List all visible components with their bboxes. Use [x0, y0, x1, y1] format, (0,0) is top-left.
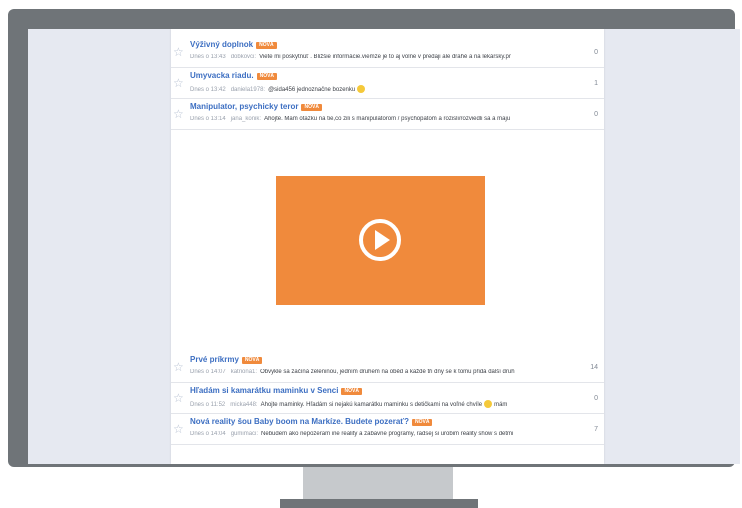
- play-circle-icon[interactable]: [358, 218, 402, 262]
- thread-title-link[interactable]: Umyvacka riadu. NOVÁ: [190, 71, 278, 80]
- thread-snippet: Nebudem ako nepozeram ine reality a zaba…: [261, 431, 514, 437]
- new-badge: NOVÁ: [256, 42, 277, 49]
- monitor-stand-base: [280, 499, 478, 508]
- thread-last-user[interactable]: jana_konik:: [231, 116, 261, 122]
- thread-snippet-tail: mám: [494, 402, 508, 408]
- thread-last-user[interactable]: gumimaci:: [231, 431, 258, 437]
- smiley-emoji-icon: [357, 85, 366, 93]
- thread-row[interactable]: ☆ Prvé príkrmy NOVÁ Dnes o 14:07 katriona1…: [171, 352, 604, 383]
- thread-time: Dnes o 14:07: [190, 369, 226, 375]
- new-badge: NOVÁ: [241, 357, 263, 364]
- thread-time: Dnes o 13:42: [190, 87, 226, 93]
- thread-title-link[interactable]: Výživný doplnok NOVÁ: [190, 40, 277, 49]
- new-badge: NOVÁ: [341, 388, 362, 395]
- thread-time: Dnes o 13:14: [190, 116, 226, 122]
- thread-row[interactable]: ☆ Manipulator, psychicky teror NOVÁ Dnes …: [171, 99, 604, 130]
- thread-title-text[interactable]: Umyvacka riadu.: [190, 71, 254, 80]
- thread-row[interactable]: ☆ Nová reality šou Baby boom na Markíze.…: [171, 414, 604, 445]
- new-badge: NOVÁ: [301, 104, 322, 111]
- thread-meta: Dnes o 13:43 dobkovci: Viete mi poskytnúť …: [190, 54, 580, 60]
- reply-count: 0: [594, 111, 598, 118]
- star-icon[interactable]: ☆: [173, 46, 185, 58]
- thread-row[interactable]: ☆ Hľadám si kamarátku maminku v Senci NOV…: [171, 383, 604, 414]
- thread-snippet: Ahojte maminky. Hľadám si nejakú kamarát…: [260, 402, 483, 408]
- monitor-stand-neck: [303, 467, 453, 500]
- thread-title-text[interactable]: Nová reality šou Baby boom na Markíze. B…: [190, 417, 409, 426]
- thread-title-text[interactable]: Manipulator, psychicky teror: [190, 102, 298, 111]
- thread-meta: Dnes o 13:42 daniela1978: @sida456 jednozn…: [190, 85, 580, 93]
- thread-title-link[interactable]: Nová reality šou Baby boom na Markíze. B…: [190, 417, 433, 426]
- thread-last-user[interactable]: katriona1:: [231, 369, 257, 375]
- new-badge: NOVÁ: [256, 73, 278, 80]
- new-badge: NOVÁ: [412, 419, 433, 426]
- video-player[interactable]: [276, 176, 485, 305]
- reply-count: 1: [594, 80, 598, 87]
- thread-title-link[interactable]: Prvé príkrmy NOVÁ: [190, 355, 263, 364]
- reply-count: 0: [594, 395, 598, 402]
- thread-last-user[interactable]: daniela1978:: [231, 87, 265, 93]
- thread-meta: Dnes o 14:07 katriona1: Obvykle sa začíná …: [190, 369, 580, 375]
- thread-title-link[interactable]: Manipulator, psychicky teror NOVÁ: [190, 102, 322, 111]
- star-icon[interactable]: ☆: [173, 77, 185, 89]
- thread-time: Dnes o 13:43: [190, 54, 226, 60]
- thread-time: Dnes o 11:52: [190, 402, 226, 408]
- monitor-illustration: ☆ Výživný doplnok NOVÁ Dnes o 13:43 dobkov…: [0, 0, 742, 508]
- star-icon[interactable]: ☆: [173, 423, 185, 435]
- thread-snippet: Obvykle sa začíná zeleninou, jedním druh…: [260, 369, 515, 375]
- thread-list-bottom: ☆ Prvé príkrmy NOVÁ Dnes o 14:07 katriona1…: [171, 352, 604, 445]
- thread-meta: Dnes o 13:14 jana_konik: Ahojte. Mam otazk…: [190, 116, 580, 122]
- thread-title-link[interactable]: Hľadám si kamarátku maminku v Senci NOVÁ: [190, 386, 362, 395]
- thread-list-top: ☆ Výživný doplnok NOVÁ Dnes o 13:43 dobkov…: [171, 37, 604, 130]
- star-icon[interactable]: ☆: [173, 361, 185, 373]
- star-icon[interactable]: ☆: [173, 392, 185, 404]
- thread-row[interactable]: ☆ Výživný doplnok NOVÁ Dnes o 13:43 dobkov…: [171, 37, 604, 68]
- thread-row[interactable]: ☆ Umyvacka riadu. NOVÁ Dnes o 13:42 daniel…: [171, 68, 604, 99]
- thread-last-user[interactable]: micka448:: [230, 402, 257, 408]
- thread-snippet: @sida456 jednoznačne bozenku: [268, 87, 356, 93]
- reply-count: 0: [594, 49, 598, 56]
- star-icon[interactable]: ☆: [173, 108, 185, 120]
- thread-snippet: Ahojte. Mam otazku na tie,co zili s mani…: [264, 116, 511, 122]
- thread-time: Dnes o 14:04: [190, 431, 226, 437]
- thread-snippet: Viete mi poskytnúť . Bližšie informácie.…: [259, 54, 511, 60]
- thread-last-user[interactable]: dobkovci:: [231, 54, 256, 60]
- reply-count: 14: [590, 364, 598, 371]
- reply-count: 7: [594, 426, 598, 433]
- smiley-emoji-icon: [484, 400, 493, 408]
- thread-title-text[interactable]: Výživný doplnok: [190, 40, 253, 49]
- thread-meta: Dnes o 14:04 gumimaci: Nebudem ako nepozer…: [190, 431, 580, 437]
- thread-title-text[interactable]: Prvé príkrmy: [190, 355, 239, 364]
- thread-meta: Dnes o 11:52 micka448: Ahojte maminky. Hľa…: [190, 400, 580, 408]
- thread-title-text[interactable]: Hľadám si kamarátku maminku v Senci: [190, 386, 338, 395]
